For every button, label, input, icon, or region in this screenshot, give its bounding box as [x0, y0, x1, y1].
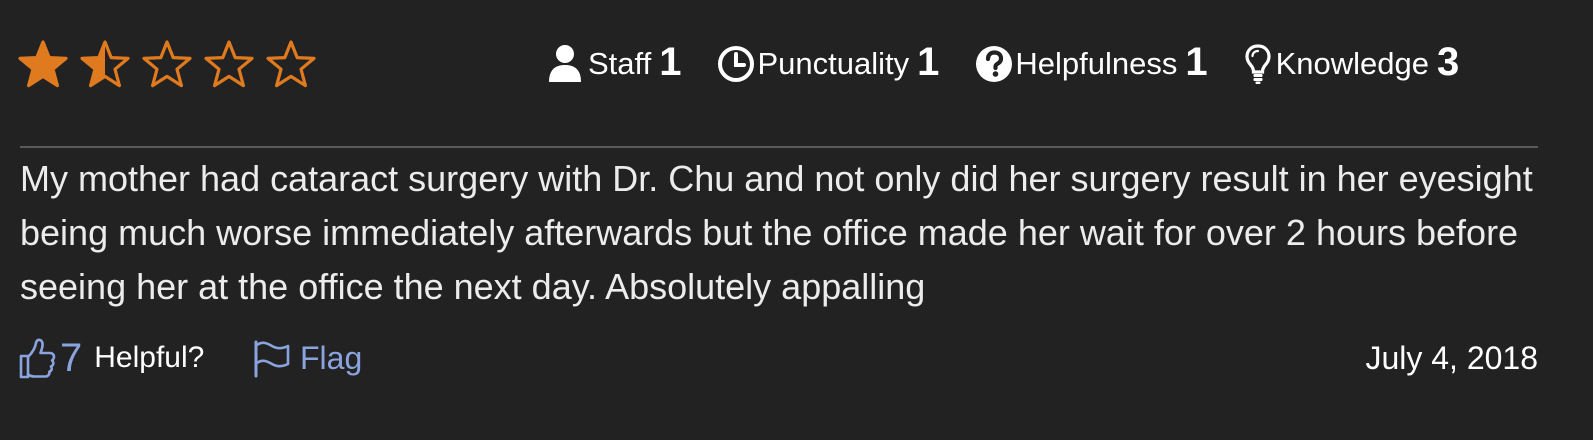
- metric-punctuality: Punctuality 1: [717, 39, 940, 87]
- rating-metrics: Staff 1 Punctuality 1 Helpfulness 1 Know…: [548, 36, 1459, 92]
- helpful-count: 7: [60, 335, 83, 380]
- metric-staff: Staff 1: [548, 39, 682, 87]
- metric-label: Helpfulness: [1015, 46, 1178, 81]
- flag-label[interactable]: Flag: [300, 340, 362, 377]
- star-half-icon: [80, 40, 130, 88]
- star-empty-icon: [142, 40, 192, 88]
- metric-value: 1: [1185, 39, 1208, 84]
- divider: [20, 146, 1538, 148]
- metric-knowledge: Knowledge 3: [1244, 39, 1460, 87]
- review-card: Staff 1 Punctuality 1 Helpfulness 1 Know…: [0, 0, 1593, 440]
- metric-helpfulness: Helpfulness 1: [975, 39, 1208, 87]
- lightbulb-icon: [1244, 44, 1274, 84]
- question-circle-icon: [975, 44, 1013, 84]
- metric-value: 1: [659, 39, 682, 84]
- metric-value: 1: [917, 39, 940, 84]
- clock-icon: [717, 44, 755, 84]
- star-empty-icon: [204, 40, 254, 88]
- metric-label: Punctuality: [757, 46, 910, 81]
- flag-button[interactable]: Flag: [252, 330, 362, 386]
- helpful-vote[interactable]: 7 Helpful?: [18, 330, 204, 386]
- thumbs-up-icon[interactable]: [18, 336, 56, 380]
- star-empty-icon: [266, 40, 316, 88]
- metric-value: 3: [1436, 39, 1460, 84]
- helpful-label[interactable]: Helpful?: [94, 341, 204, 375]
- metric-label: Knowledge: [1275, 46, 1429, 81]
- review-text: My mother had cataract surgery with Dr. …: [20, 158, 1533, 307]
- metric-label: Staff: [588, 46, 652, 81]
- flag-icon[interactable]: [252, 338, 292, 378]
- review-date: July 4, 2018: [1365, 339, 1538, 376]
- review-footer: 7 Helpful? Flag July 4, 2018: [18, 330, 1538, 386]
- star-full-icon: [18, 40, 68, 88]
- star-rating: [18, 40, 316, 88]
- user-icon: [548, 44, 586, 84]
